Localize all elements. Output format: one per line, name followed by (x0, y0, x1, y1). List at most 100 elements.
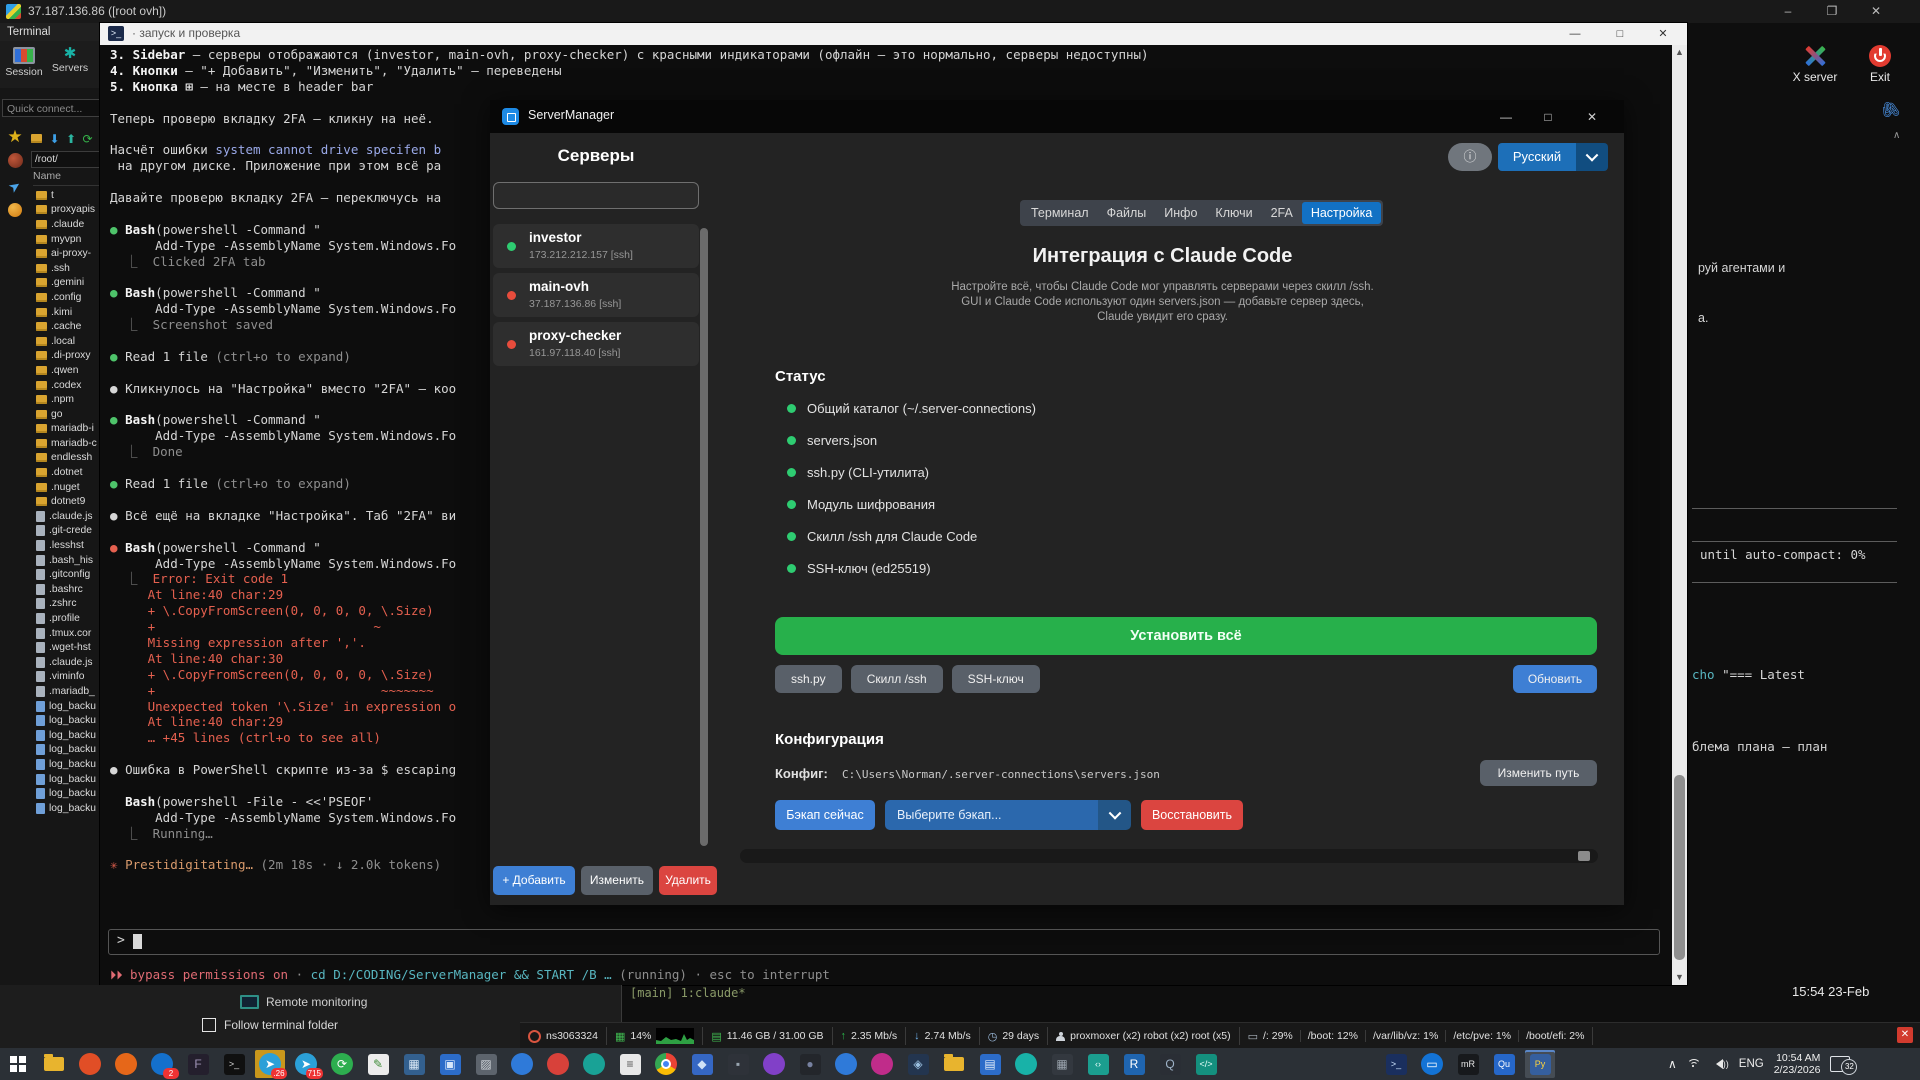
file-item[interactable]: .tmux.cor (30, 626, 104, 641)
taskbar-icon-app-grid[interactable]: ▦ (1047, 1050, 1077, 1078)
x-server-button[interactable]: X server (1785, 45, 1845, 84)
minimize-icon[interactable]: — (1490, 105, 1522, 129)
paper-plane-icon[interactable]: ➤ (2, 174, 27, 199)
file-item[interactable]: mariadb-i (30, 422, 104, 437)
sidebar-scrollbar[interactable] (700, 228, 708, 846)
taskbar-icon-firefox[interactable] (111, 1050, 141, 1078)
tab-ключи[interactable]: Ключи (1206, 202, 1261, 224)
taskbar-icon-app-dark-2[interactable]: ● (795, 1050, 825, 1078)
file-item[interactable]: .profile (30, 611, 104, 626)
taskbar-icon-file-explorer[interactable] (39, 1050, 69, 1078)
scrollbar-thumb[interactable] (1578, 851, 1590, 861)
taskbar-icon-app-blue-3[interactable] (831, 1050, 861, 1078)
file-item[interactable]: .claude.js (30, 509, 104, 524)
file-item[interactable]: .zshrc (30, 597, 104, 612)
taskbar-icon-app-blue-2[interactable]: ◆ (687, 1050, 717, 1078)
taskbar-icon-app-code[interactable]: </> (1191, 1050, 1221, 1078)
servers-button[interactable]: ✱ Servers (48, 47, 92, 74)
terminal-titlebar[interactable]: >_ · запуск и проверка — □ ✕ (100, 23, 1687, 45)
taskbar-icon-app-purple[interactable] (759, 1050, 789, 1078)
taskbar-icon-app-teal-round[interactable] (579, 1050, 609, 1078)
remote-monitoring-button[interactable]: Remote monitoring (240, 995, 367, 1009)
maximize-icon[interactable]: □ (1532, 105, 1564, 129)
file-item[interactable]: .lesshst (30, 538, 104, 553)
backup-select[interactable]: Выберите бэкап... (885, 800, 1131, 830)
tab-настройка[interactable]: Настройка (1302, 202, 1382, 224)
file-item[interactable]: .dotnet (30, 465, 104, 480)
file-item[interactable]: log_backu (30, 801, 104, 816)
file-item[interactable]: .bash_his (30, 553, 104, 568)
file-item[interactable]: .di-proxy (30, 349, 104, 364)
file-item[interactable]: .kimi (30, 305, 104, 320)
file-item[interactable]: t (30, 188, 104, 203)
restore-button[interactable]: Восстановить (1141, 800, 1243, 830)
taskbar-icon-app-magenta[interactable] (867, 1050, 897, 1078)
server-search-input[interactable] (493, 182, 699, 209)
scroll-down-icon[interactable]: ▼ (1672, 970, 1687, 985)
quick-connect-input[interactable]: Quick connect... (2, 99, 101, 117)
taskbar-icon-powershell[interactable]: >_ (1381, 1050, 1411, 1078)
notifications-icon[interactable]: 32 (1830, 1056, 1850, 1072)
file-item[interactable]: .ssh (30, 261, 104, 276)
taskbar-icon-freaky-app[interactable]: F (183, 1050, 213, 1078)
taskbar-icon-quick-utmo[interactable]: Qu (1489, 1050, 1519, 1078)
taskbar-icon-app-red[interactable] (543, 1050, 573, 1078)
file-item[interactable]: proxyapis (30, 203, 104, 218)
file-item[interactable]: .git-crede (30, 524, 104, 539)
favorites-star-icon[interactable]: ★ (6, 127, 24, 145)
taskbar-clock[interactable]: 10:54 AM 2/23/2026 (1774, 1052, 1821, 1076)
exit-button[interactable]: Exit (1855, 45, 1905, 84)
refresh-button[interactable]: Обновить (1513, 665, 1597, 693)
taskbar-icon-remote-monitor[interactable]: ▭ (1417, 1050, 1447, 1078)
taskbar-icon-notepad[interactable]: ✎ (363, 1050, 393, 1078)
folder-up-icon[interactable] (31, 134, 42, 143)
install-all-button[interactable]: Установить всё (775, 617, 1597, 655)
taskbar-icon-app-teal-2[interactable] (1011, 1050, 1041, 1078)
taskbar-icon-app-gray[interactable]: ▨ (471, 1050, 501, 1078)
upload-icon[interactable]: ⬆ (66, 132, 76, 146)
file-item[interactable]: .gitconfig (30, 567, 104, 582)
file-item[interactable]: myvpn (30, 232, 104, 247)
file-item[interactable]: log_backu (30, 772, 104, 787)
file-item[interactable]: log_backu (30, 713, 104, 728)
language-select[interactable]: Русский (1498, 143, 1608, 171)
taskbar-icon-telegram-alt[interactable]: ➤715 (291, 1050, 321, 1078)
statusbar-close-icon[interactable]: ✕ (1897, 1027, 1913, 1043)
file-item[interactable]: ai-proxy- (30, 246, 104, 261)
taskbar-icon-thunderbird[interactable]: 2 (147, 1050, 177, 1078)
taskbar-icon-app-blue-round[interactable] (507, 1050, 537, 1078)
maximize-icon[interactable]: □ (1603, 23, 1637, 45)
file-item[interactable]: log_backu (30, 757, 104, 772)
tool-button[interactable]: SSH-ключ (952, 665, 1040, 693)
change-path-button[interactable]: Изменить путь (1480, 760, 1597, 786)
taskbar-icon-python[interactable]: Py (1525, 1050, 1555, 1078)
scrollbar-thumb[interactable] (1674, 775, 1685, 960)
minimize-icon[interactable]: — (1558, 23, 1592, 45)
sftp-path-input[interactable]: /root/ (31, 151, 106, 168)
orange-ball-icon[interactable] (6, 203, 24, 221)
file-item[interactable]: .gemini (30, 276, 104, 291)
taskbar-icon-chrome[interactable] (651, 1050, 681, 1078)
taskbar-icon-app-navy[interactable]: ◈ (903, 1050, 933, 1078)
server-item[interactable]: main-ovh37.187.136.86 [ssh] (493, 273, 699, 317)
add-server-button[interactable]: + Добавить (493, 866, 575, 895)
file-item[interactable]: .mariadb_ (30, 684, 104, 699)
scroll-up-icon[interactable]: ∧ (1893, 130, 1900, 141)
file-item[interactable]: .config (30, 290, 104, 305)
macro-plugin-icon[interactable] (6, 153, 24, 171)
tray-chevron-icon[interactable]: ∧ (1668, 1057, 1677, 1071)
refresh-icon[interactable]: ⟳ (82, 132, 92, 146)
file-item[interactable]: endlessh (30, 451, 104, 466)
taskbar-icon-app-quick[interactable]: Q (1155, 1050, 1185, 1078)
speaker-icon[interactable]: )) (1711, 1059, 1729, 1069)
servermanager-titlebar[interactable]: ServerManager — □ ✕ (490, 100, 1624, 133)
download-icon[interactable]: ⬇ (49, 132, 59, 146)
tab-файлы[interactable]: Файлы (1098, 202, 1156, 224)
horizontal-scrollbar[interactable] (740, 849, 1598, 863)
tool-button[interactable]: Скилл /ssh (851, 665, 943, 693)
file-item[interactable]: .local (30, 334, 104, 349)
chevron-down-icon[interactable] (1576, 143, 1608, 171)
file-item[interactable]: .codex (30, 378, 104, 393)
file-item[interactable]: log_backu (30, 728, 104, 743)
session-button[interactable]: Session (2, 47, 46, 78)
